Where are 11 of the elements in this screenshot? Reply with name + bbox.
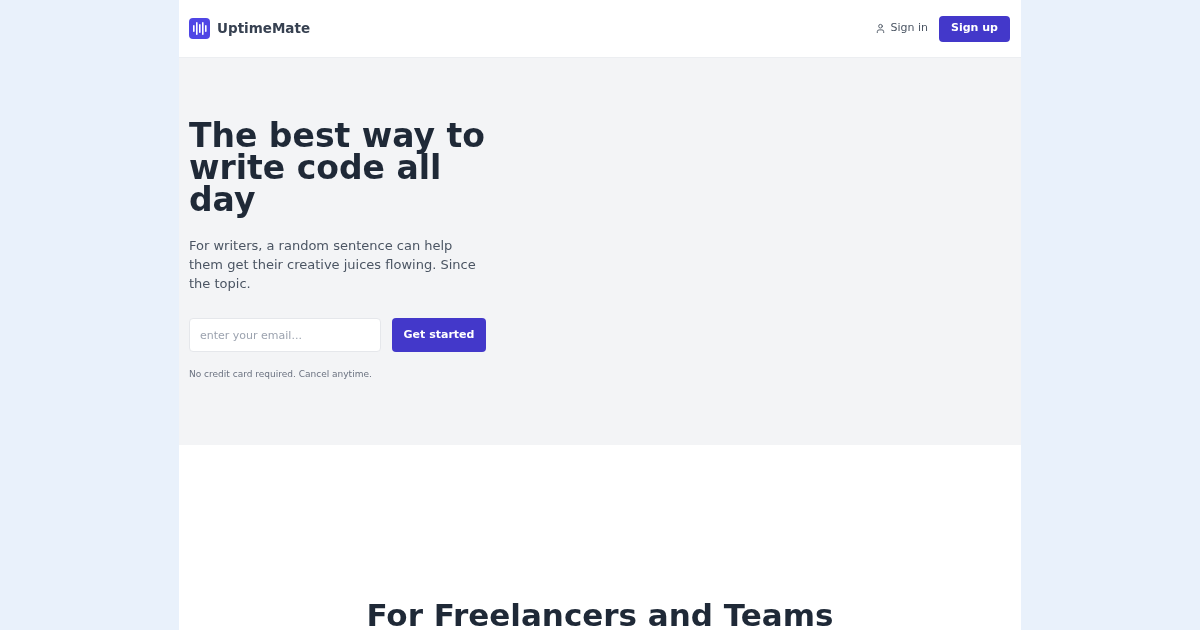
get-started-button[interactable]: Get started: [392, 318, 486, 352]
brand-name[interactable]: UptimeMate: [217, 18, 311, 39]
logo-waveform-icon: [189, 18, 210, 39]
hero-description: For writers, a random sentence can help them get their creative juices flowing. Since the topic.: [189, 237, 477, 293]
features-heading: For Freelancers and Teams: [366, 598, 834, 630]
sign-up-button[interactable]: Sign up: [939, 15, 1010, 42]
sign-in-link[interactable]: Sign in: [875, 20, 928, 37]
email-input-field[interactable]: enter your email...: [189, 318, 381, 352]
user-icon: [875, 23, 887, 34]
no-credit-card-note: No credit card required. Cancel anytime.: [189, 368, 373, 381]
hero-heading: The best way to write code all day: [189, 120, 486, 216]
